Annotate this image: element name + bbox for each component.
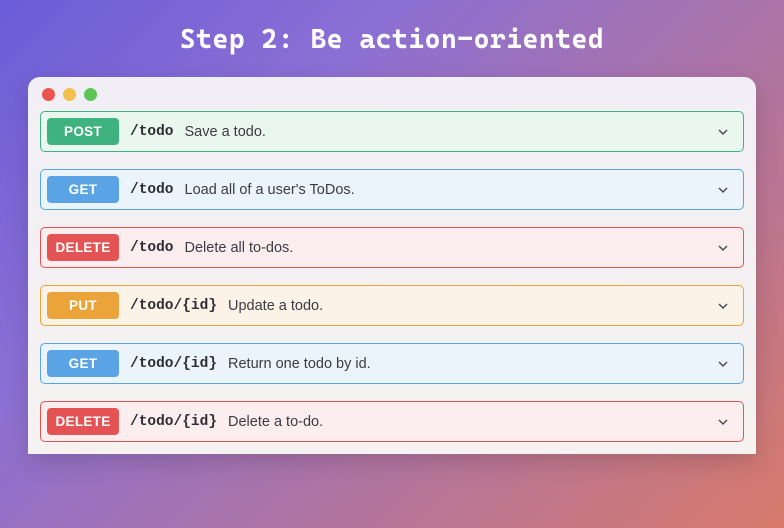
api-window: POST /todo Save a todo. GET /todo Load a… bbox=[28, 77, 756, 454]
method-badge: DELETE bbox=[47, 234, 119, 261]
method-badge: GET bbox=[47, 350, 119, 377]
endpoint-row[interactable]: POST /todo Save a todo. bbox=[40, 111, 744, 152]
endpoint-path: /todo bbox=[130, 240, 174, 256]
endpoint-row[interactable]: GET /todo/{id} Return one todo by id. bbox=[40, 343, 744, 384]
method-badge: POST bbox=[47, 118, 119, 145]
window-titlebar bbox=[28, 77, 756, 111]
method-badge: DELETE bbox=[47, 408, 119, 435]
chevron-down-icon[interactable] bbox=[715, 240, 731, 256]
endpoint-row[interactable]: DELETE /todo/{id} Delete a to-do. bbox=[40, 401, 744, 442]
endpoint-description: Delete all to-dos. bbox=[185, 240, 294, 256]
endpoint-row[interactable]: PUT /todo/{id} Update a todo. bbox=[40, 285, 744, 326]
page-title: Step 2: Be action-oriented bbox=[0, 0, 784, 77]
endpoint-description: Save a todo. bbox=[185, 124, 266, 140]
endpoint-path: /todo bbox=[130, 124, 174, 140]
endpoint-row[interactable]: GET /todo Load all of a user's ToDos. bbox=[40, 169, 744, 210]
minimize-icon[interactable] bbox=[63, 88, 76, 101]
chevron-down-icon[interactable] bbox=[715, 298, 731, 314]
close-icon[interactable] bbox=[42, 88, 55, 101]
chevron-down-icon[interactable] bbox=[715, 414, 731, 430]
endpoint-description: Delete a to-do. bbox=[228, 414, 323, 430]
chevron-down-icon[interactable] bbox=[715, 182, 731, 198]
chevron-down-icon[interactable] bbox=[715, 356, 731, 372]
endpoint-path: /todo bbox=[130, 182, 174, 198]
method-badge: GET bbox=[47, 176, 119, 203]
endpoint-path: /todo/{id} bbox=[130, 414, 217, 430]
chevron-down-icon[interactable] bbox=[715, 124, 731, 140]
endpoint-row[interactable]: DELETE /todo Delete all to-dos. bbox=[40, 227, 744, 268]
endpoint-list: POST /todo Save a todo. GET /todo Load a… bbox=[28, 111, 756, 454]
endpoint-path: /todo/{id} bbox=[130, 298, 217, 314]
maximize-icon[interactable] bbox=[84, 88, 97, 101]
endpoint-description: Load all of a user's ToDos. bbox=[185, 182, 355, 198]
method-badge: PUT bbox=[47, 292, 119, 319]
endpoint-path: /todo/{id} bbox=[130, 356, 217, 372]
endpoint-description: Return one todo by id. bbox=[228, 356, 371, 372]
endpoint-description: Update a todo. bbox=[228, 298, 323, 314]
